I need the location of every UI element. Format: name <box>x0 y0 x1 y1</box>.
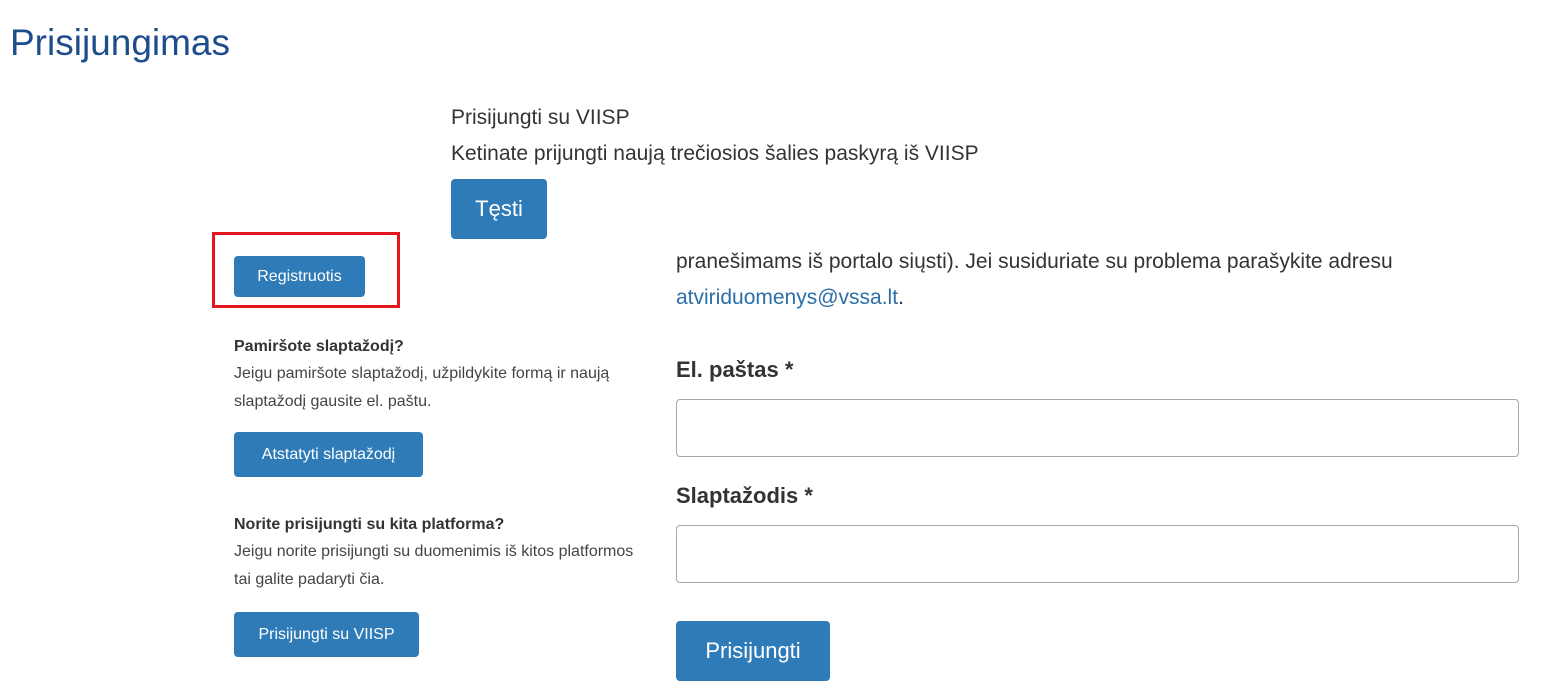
other-platform-heading: Norite prisijungti su kita platforma? <box>234 516 505 533</box>
email-label: El. paštas * <box>676 357 794 382</box>
forgot-password-text: Jeigu pamiršote slaptažodį, užpildykite … <box>234 365 610 410</box>
login-submit-button[interactable]: Prisijungti <box>676 621 830 681</box>
intro-line: pranešimams iš portalo siųsti). Jei susi… <box>676 250 1393 273</box>
viisp-connect-popup: Prisijungti su VIISP Ketinate prijungti … <box>442 100 1084 246</box>
forgot-password-heading: Pamiršote slaptažodį? <box>234 338 404 355</box>
intro-period: . <box>898 286 904 309</box>
register-button[interactable]: Registruotis <box>234 256 365 297</box>
other-platform-text: Jeigu norite prisijungti su duomenimis i… <box>234 543 634 588</box>
popup-message: Ketinate prijungti naują trečiosios šali… <box>451 142 979 165</box>
password-field[interactable] <box>676 525 1519 583</box>
support-email-link[interactable]: atviriduomenys@vssa.lt <box>676 286 898 309</box>
login-page: Prisijungimas egistruoti naujam naudotoj… <box>0 0 1543 696</box>
password-label: Slaptažodis * <box>676 483 813 508</box>
viisp-login-button[interactable]: Prisijungti su VIISP <box>234 612 419 657</box>
page-title: Prisijungimas <box>10 22 231 63</box>
intro-line-contact: atviriduomenys@vssa.lt. <box>676 280 1526 316</box>
reset-password-button[interactable]: Atstatyti slaptažodį <box>234 432 423 477</box>
continue-button[interactable]: Tęsti <box>451 179 547 239</box>
popup-title: Prisijungti su VIISP <box>451 106 630 129</box>
email-field[interactable] <box>676 399 1519 457</box>
